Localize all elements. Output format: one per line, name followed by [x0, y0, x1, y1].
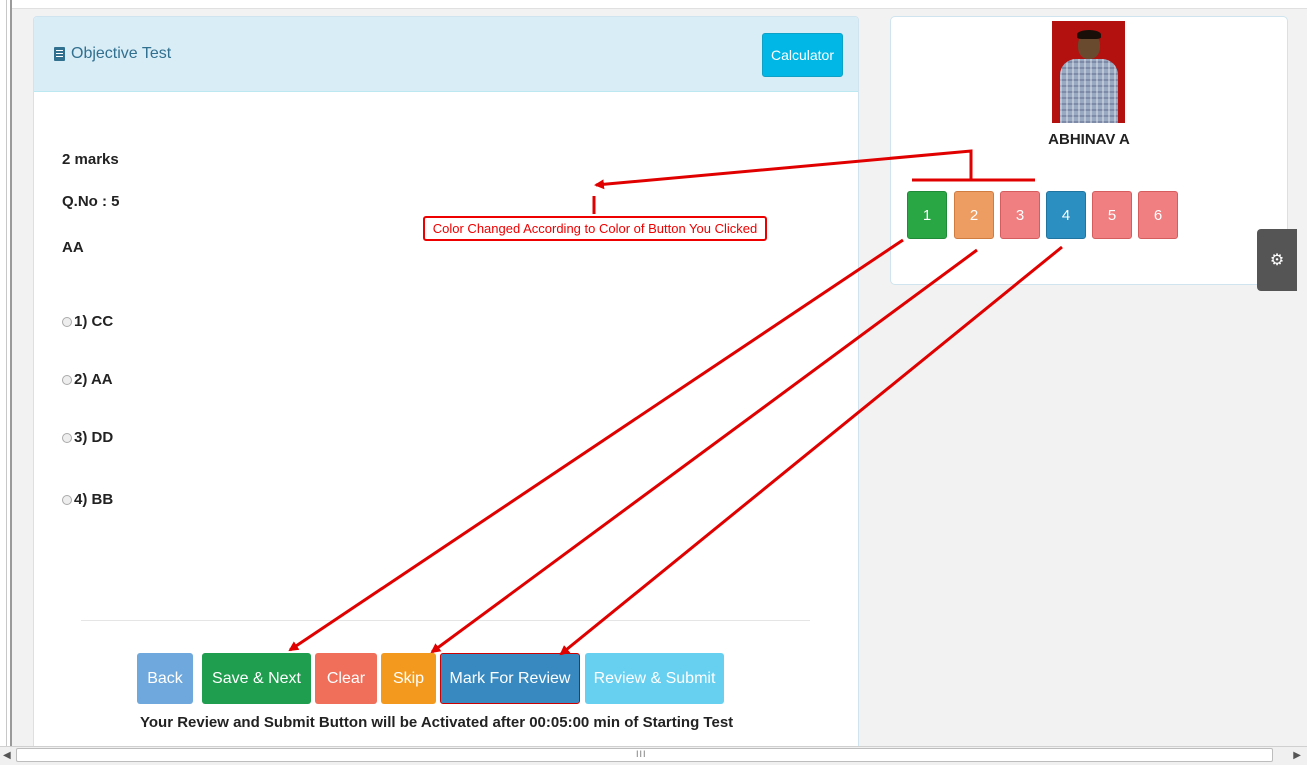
- clear-button[interactable]: Clear: [315, 653, 377, 704]
- scroll-grip: III: [636, 749, 647, 759]
- horizontal-scrollbar[interactable]: ◀ III ▶: [0, 746, 1307, 765]
- question-marks: 2 marks: [62, 151, 119, 168]
- actions-divider: [81, 620, 810, 621]
- palette-question-4[interactable]: 4: [1046, 191, 1086, 239]
- option-3[interactable]: 3) DD: [62, 429, 113, 446]
- settings-tab[interactable]: ⚙: [1257, 229, 1297, 291]
- skip-button[interactable]: Skip: [381, 653, 436, 704]
- option-2[interactable]: 2) AA: [62, 371, 113, 388]
- palette-question-3[interactable]: 3: [1000, 191, 1040, 239]
- option-2-label: 2) AA: [74, 371, 113, 388]
- gear-icon: ⚙: [1269, 252, 1285, 269]
- palette-question-2[interactable]: 2: [954, 191, 994, 239]
- option-4-label: 4) BB: [74, 491, 114, 508]
- candidate-name: ABHINAV A: [1048, 131, 1130, 148]
- question-text: AA: [62, 239, 84, 256]
- scroll-right-icon[interactable]: ▶: [1293, 750, 1301, 761]
- option-3-label: 3) DD: [74, 429, 114, 446]
- option-4-radio[interactable]: [62, 494, 72, 505]
- window-left-border: [0, 0, 12, 746]
- save-next-button[interactable]: Save & Next: [202, 653, 311, 704]
- candidate-photo: [1052, 21, 1125, 123]
- palette-question-1[interactable]: 1: [907, 191, 947, 239]
- mark-for-review-button[interactable]: Mark For Review: [440, 653, 580, 704]
- panel-title: Objective Test: [54, 45, 171, 63]
- footer-note: Your Review and Submit Button will be Ac…: [140, 714, 734, 731]
- palette-question-6[interactable]: 6: [1138, 191, 1178, 239]
- panel-title-text: Objective Test: [71, 45, 172, 62]
- question-panel: Objective Test Calculator 2 marks Q.No :…: [33, 16, 859, 758]
- top-strip: [12, 0, 1307, 9]
- calculator-button[interactable]: Calculator: [761, 33, 843, 77]
- question-number: Q.No : 5: [62, 193, 120, 210]
- panel-header: Objective Test Calculator: [34, 17, 858, 92]
- option-3-radio[interactable]: [62, 432, 72, 443]
- option-1[interactable]: 1) CC: [62, 313, 113, 330]
- palette-question-5[interactable]: 5: [1092, 191, 1132, 239]
- back-button[interactable]: Back: [137, 653, 193, 704]
- annotation-label: Color Changed According to Color of Butt…: [423, 216, 767, 241]
- option-2-radio[interactable]: [62, 374, 72, 385]
- candidate-card: ABHINAV A 1 2 3 4 5 6: [890, 16, 1288, 285]
- option-4[interactable]: 4) BB: [62, 491, 113, 508]
- scroll-left-icon[interactable]: ◀: [3, 750, 11, 761]
- document-icon: [54, 47, 65, 61]
- review-submit-button[interactable]: Review & Submit: [585, 653, 724, 704]
- option-1-label: 1) CC: [74, 313, 114, 330]
- option-1-radio[interactable]: [62, 316, 72, 327]
